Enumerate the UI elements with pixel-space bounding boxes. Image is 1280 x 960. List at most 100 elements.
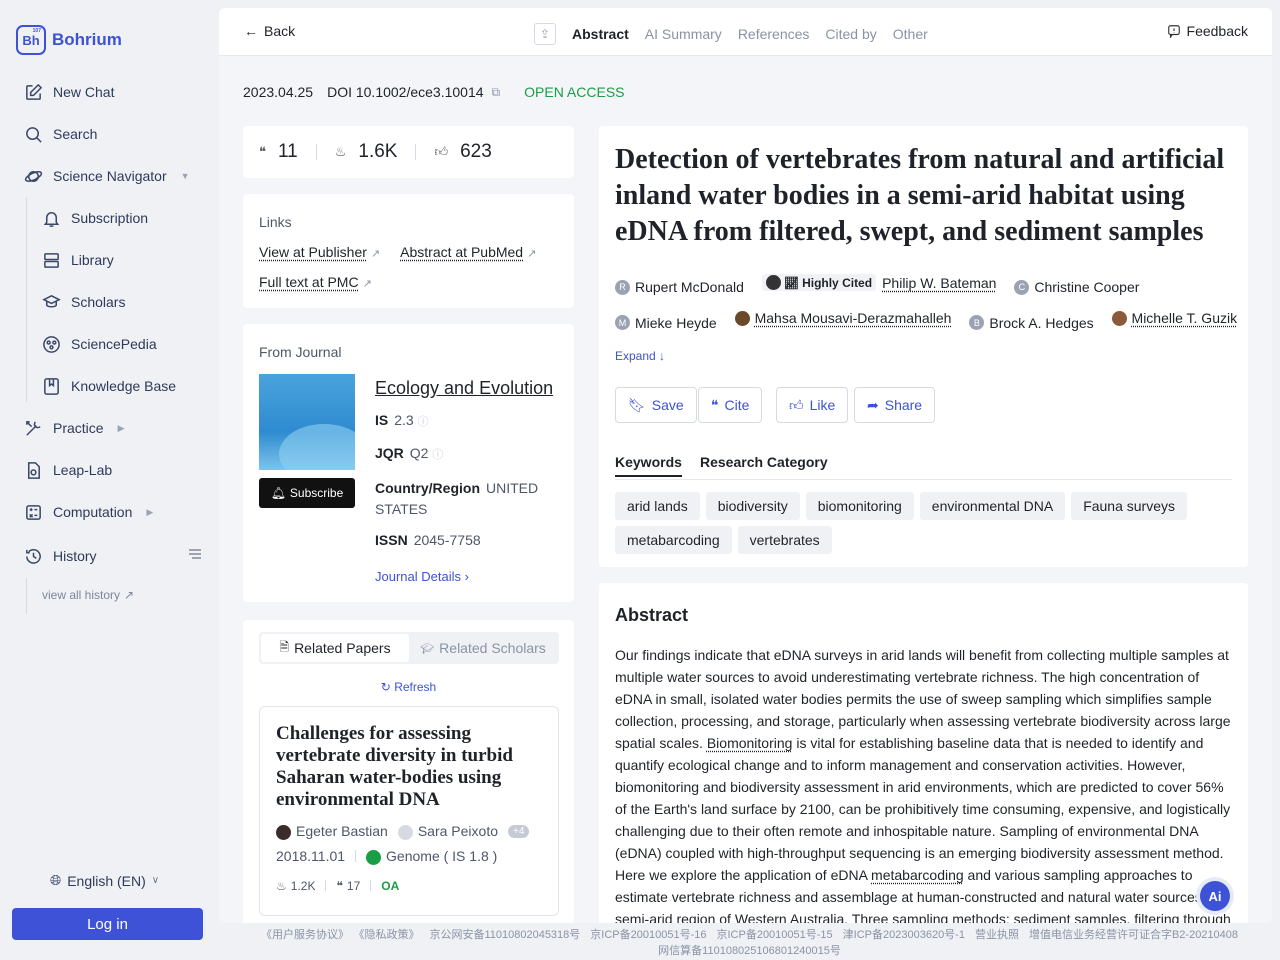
back-button[interactable]: ← Back: [244, 23, 295, 39]
avatar: B: [969, 315, 985, 330]
author-item[interactable]: M Mieke Heyde: [615, 315, 717, 331]
journal-issn: ISSN 2045-7758: [375, 532, 481, 548]
sidebar-item-computation[interactable]: Computation ▶: [24, 501, 153, 523]
term-link[interactable]: Biomonitoring: [707, 735, 793, 751]
footer-link[interactable]: 增值电信业务经营许可证合字B2-20210408: [1029, 929, 1238, 941]
save-button[interactable]: 🔖︎ Save: [615, 387, 697, 423]
thumbs-up-icon: 👍︎: [789, 396, 804, 413]
chevron-right-icon: ▶: [146, 506, 154, 517]
author-item[interactable]: Sara Peixoto: [397, 823, 498, 840]
footer-link[interactable]: 京公网安备11010802045318号: [429, 929, 580, 941]
footer-link[interactable]: 京ICP备20010051号-15: [716, 929, 832, 941]
keyword-tag[interactable]: biodiversity: [705, 492, 800, 520]
abstract-heading: Abstract: [615, 605, 689, 625]
keyword-tag[interactable]: environmental DNA: [919, 492, 1066, 520]
sidebar-item-sciencepedia[interactable]: SciencePedia: [42, 333, 157, 355]
author-item[interactable]: 📈︎ Highly Cited Philip W. Bateman: [761, 274, 996, 291]
open-access-badge: OPEN ACCESS: [524, 84, 625, 100]
journal-jqr: JQR Q2 ⓘ: [375, 445, 444, 461]
footer-link[interactable]: 《用户服务协议》: [261, 929, 349, 941]
share-icon: ➦: [867, 396, 879, 413]
term-link[interactable]: metabarcoding: [871, 867, 964, 883]
sidebar-item-library[interactable]: Library: [42, 249, 114, 271]
external-link-icon: ↗: [362, 278, 372, 290]
avatar: [397, 824, 413, 840]
ai-assistant-button[interactable]: Ai: [1200, 881, 1230, 911]
tab-keywords[interactable]: Keywords: [615, 454, 682, 477]
tab-related-scholars[interactable]: 🎓︎ Related Scholars: [409, 634, 557, 662]
link-label: Full text at PMC: [259, 274, 359, 290]
tab-other[interactable]: Other: [893, 26, 928, 42]
avatar: [734, 310, 750, 326]
journal-details-label: Journal Details: [375, 569, 461, 584]
tab-abstract[interactable]: Abstract: [572, 26, 629, 42]
expand-authors-button[interactable]: Expand ↓: [615, 349, 665, 363]
author-item[interactable]: Mahsa Mousavi-Derazmahalleh: [734, 310, 951, 326]
tab-references[interactable]: References: [738, 26, 810, 42]
scroll-top-icon[interactable]: ⇪: [534, 23, 556, 45]
sidebar-item-practice[interactable]: Practice ▶: [24, 417, 125, 439]
copy-icon[interactable]: ⧉: [492, 85, 501, 100]
cite-button[interactable]: ❝ Cite: [698, 387, 763, 423]
sidebar-item-scholars[interactable]: Scholars: [42, 291, 125, 313]
author-item[interactable]: Egeter Bastian: [276, 823, 388, 840]
footer-link[interactable]: 《隐私政策》: [359, 929, 420, 941]
keyword-tag[interactable]: Fauna surveys: [1071, 492, 1188, 520]
sidebar-item-label: Leap-Lab: [53, 462, 113, 478]
action-bar: 🔖︎ Save ❝ Cite 👍︎ Like ➦ Share: [615, 387, 1235, 423]
footer-link[interactable]: 津ICP备2023003620号-1: [843, 929, 965, 941]
journal-details-link[interactable]: Journal Details ›: [375, 569, 469, 584]
journal-name-link[interactable]: Ecology and Evolution: [375, 378, 553, 399]
author-item[interactable]: C Christine Cooper: [1014, 279, 1139, 295]
journal-cover-image[interactable]: [259, 374, 355, 470]
footer-link[interactable]: 京ICP备20010051号-16: [590, 929, 706, 941]
related-paper-journal[interactable]: Genome ( IS 1.8 ): [366, 848, 497, 865]
author-list: R Rupert McDonald 📈︎ Highly Cited Philip W.…: [615, 274, 1245, 295]
keyword-tag[interactable]: biomonitoring: [805, 492, 914, 520]
share-button[interactable]: ➦ Share: [854, 387, 936, 423]
sidebar-item-history[interactable]: History: [24, 545, 97, 567]
like-button[interactable]: 👍︎ Like: [776, 387, 849, 423]
more-authors-badge[interactable]: +4: [508, 824, 530, 838]
keyword-tag[interactable]: metabarcoding: [615, 526, 732, 554]
sidebar-item-new-chat[interactable]: New Chat: [24, 81, 114, 103]
related-tabs: 🗎 Related Papers 🎓︎ Related Scholars: [259, 632, 559, 664]
tab-ai-summary[interactable]: AI Summary: [645, 26, 722, 42]
footer-link[interactable]: 营业执照: [975, 929, 1019, 941]
full-text-at-pmc-link[interactable]: Full text at PMC ↗: [259, 274, 372, 290]
sidebar-item-leap-lab[interactable]: Leap-Lab: [24, 459, 112, 481]
sidebar-item-search[interactable]: Search: [24, 123, 97, 145]
footer-link[interactable]: 网信算备110108025106801240015号: [658, 945, 841, 957]
language-selector[interactable]: 🌐︎ English (EN) ∨: [50, 872, 159, 889]
author-item[interactable]: R Rupert McDonald: [615, 279, 744, 295]
external-link-icon: ↗: [124, 588, 135, 602]
author-item[interactable]: Michelle T. Guzik: [1111, 310, 1237, 326]
menu-icon[interactable]: [189, 548, 201, 560]
feedback-button[interactable]: Feedback: [1167, 23, 1248, 39]
link-label: Abstract at PubMed: [400, 244, 524, 260]
brand-logo[interactable]: 107 Bh Bohrium: [16, 25, 122, 55]
related-paper-card[interactable]: Challenges for assessing vertebrate dive…: [259, 706, 559, 916]
tab-related-papers[interactable]: 🗎 Related Papers: [261, 634, 409, 662]
tab-cited-by[interactable]: Cited by: [825, 26, 876, 42]
arrow-down-icon: ↓: [659, 349, 666, 363]
chevron-right-icon: ▶: [117, 422, 125, 433]
quote-icon: ❝: [711, 396, 719, 413]
login-button[interactable]: Log in: [12, 908, 203, 940]
author-item[interactable]: B Brock A. Hedges: [969, 315, 1094, 331]
keyword-tag[interactable]: vertebrates: [737, 526, 832, 554]
sidebar-item-knowledge-base[interactable]: Knowledge Base: [42, 375, 176, 397]
view-at-publisher-link[interactable]: View at Publisher ↗: [259, 244, 380, 260]
sidebar-item-science-navigator[interactable]: Science Navigator ▼: [24, 165, 190, 187]
view-all-history-link[interactable]: view all history ↗: [42, 588, 134, 602]
subscribe-button[interactable]: 🔔︎ Subscribe: [259, 478, 355, 508]
keyword-tag[interactable]: arid lands: [615, 492, 700, 520]
related-paper-title[interactable]: Challenges for assessing vertebrate dive…: [276, 723, 542, 811]
sidebar-item-subscription[interactable]: Subscription: [42, 207, 148, 229]
book-icon: [44, 377, 59, 395]
abstract-at-pubmed-link[interactable]: Abstract at PubMed ↗: [400, 244, 536, 260]
refresh-button[interactable]: ↻ Refresh: [243, 680, 574, 694]
tab-research-category[interactable]: Research Category: [700, 454, 828, 470]
journal-country: Country/Region UNITED STATES: [375, 480, 539, 517]
related-paper-authors: Egeter Bastian Sara Peixoto +4: [276, 823, 542, 840]
